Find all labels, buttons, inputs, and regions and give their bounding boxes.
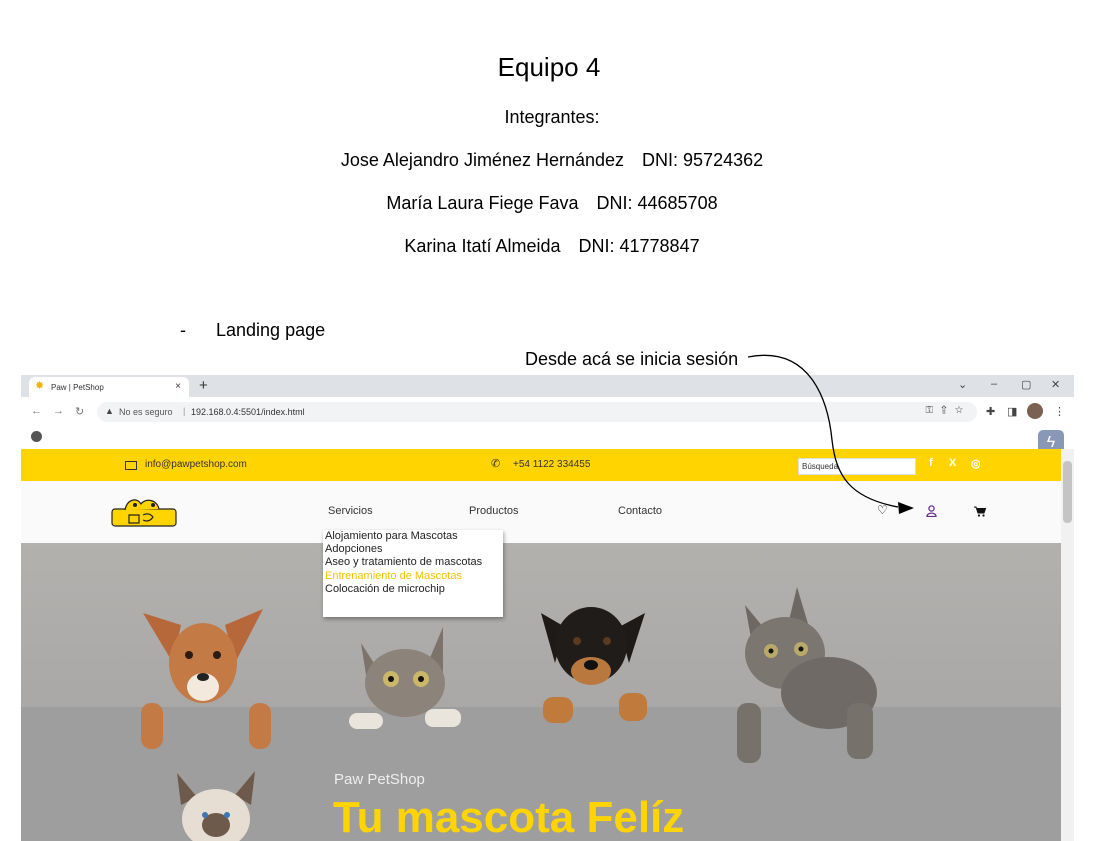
bullet-text: Landing page [216,320,326,340]
dropdown-item[interactable]: Aseo y tratamiento de mascotas [325,556,482,568]
hero-banner: Paw PetShop Tu mascota Felíz [21,543,1061,841]
instagram-icon[interactable]: ◎ [971,457,981,470]
members-heading: Integrantes: [504,107,600,127]
heart-icon[interactable]: ♡ [877,503,888,517]
gray-cat-photo [737,587,877,763]
puppy-photo [541,607,647,723]
warning-icon: ▲ [105,406,114,416]
member-1: Jose Alejandro Jiménez Hernández DNI: 957… [0,150,1098,171]
siamese-cat-photo [177,771,255,841]
menu-kebab-icon[interactable]: ⋮ [1054,405,1065,418]
search-input[interactable] [798,458,916,475]
share-icon[interactable]: ⇪ [941,405,955,416]
services-dropdown: Alojamiento para Mascotas Adopciones Ase… [323,530,503,617]
member-dni: DNI: 41778847 [578,236,700,256]
dropdown-item[interactable]: Colocación de microchip [325,583,445,595]
dropdown-item-active[interactable]: Entrenamiento de Mascotas [325,570,462,582]
member-dni: DNI: 44685708 [596,193,718,213]
login-annotation: Desde acá se inicia sesión [525,349,739,369]
not-secure-label: No es seguro [119,407,173,417]
key-icon[interactable]: ⚿ [926,405,942,416]
bullet-landing-page: - Landing page [180,320,325,341]
restore-icon[interactable]: ▢ [1021,378,1031,391]
reload-icon[interactable]: ↻ [75,405,84,418]
x-twitter-icon[interactable]: X [949,457,956,469]
member-dni: DNI: 95724362 [642,150,764,170]
tab-bar: ✸ Paw | PetShop × + ⌄ – ▢ ✕ [21,375,1074,397]
hero-subtitle: Paw PetShop [334,771,425,788]
scrollbar-thumb[interactable] [1063,461,1072,523]
user-icon[interactable] [926,505,937,517]
back-arrow-icon[interactable]: ← [31,405,42,417]
tabby-cat-photo [349,627,461,729]
globe-icon[interactable] [31,431,42,442]
mail-icon [125,461,137,470]
nav-productos[interactable]: Productos [469,505,519,517]
dropdown-item[interactable]: Adopciones [325,543,383,555]
tab-close-button[interactable]: × [175,381,181,392]
main-navbar: Servicios Productos Contacto ♡ [21,481,1061,544]
address-bar-row: ← → ↻ ▲ No es seguro | 192.168.0.4:5501/… [21,397,1074,427]
nav-contacto[interactable]: Contacto [618,505,662,517]
browser-window: ✸ Paw | PetShop × + ⌄ – ▢ ✕ ← → ↻ ▲ No e… [21,375,1074,841]
new-tab-button[interactable]: + [199,377,208,394]
tab-title: Paw | PetShop [51,383,104,392]
star-icon[interactable]: ☆ [955,405,971,416]
paw-favicon-icon: ✸ [35,380,45,392]
extensions-puzzle-icon[interactable]: ✚ [986,405,995,418]
chevron-down-icon[interactable]: ⌄ [958,378,967,391]
url-field[interactable]: ▲ No es seguro | 192.168.0.4:5501/index.… [97,402,977,422]
contact-top-bar: info@pawpetshop.com ✆ +54 1122 334455 f … [21,449,1061,481]
document-title: Equipo 4 [497,52,601,82]
cart-icon[interactable] [974,506,986,517]
member-name: Jose Alejandro Jiménez Hernández [340,150,625,170]
dog-photo [141,609,271,749]
member-3: Karina Itatí Almeida DNI: 41778847 [0,236,1098,257]
browser-tab[interactable]: ✸ Paw | PetShop × [29,377,189,397]
webpage: info@pawpetshop.com ✆ +54 1122 334455 f … [21,449,1061,841]
member-name: Karina Itatí Almeida [404,236,561,256]
bullet-dash: - [180,320,186,340]
member-2: María Laura Fiege Fava DNI: 44685708 [0,193,1098,214]
paw-logo[interactable] [111,497,177,527]
url-text: 192.168.0.4:5501/index.html [191,407,305,417]
dropdown-item[interactable]: Alojamiento para Mascotas [325,530,458,542]
hero-title: Tu mascota Felíz [333,793,685,841]
contact-phone[interactable]: +54 1122 334455 [513,459,590,470]
address-separator: | [183,406,186,416]
side-panel-icon[interactable]: ◨ [1007,405,1017,418]
page-scrollbar[interactable] [1061,449,1074,841]
profile-avatar[interactable] [1027,403,1043,419]
member-name: María Laura Fiege Fava [386,193,579,213]
phone-icon: ✆ [491,458,501,470]
facebook-icon[interactable]: f [929,457,933,469]
minimize-icon[interactable]: – [991,378,997,390]
contact-email[interactable]: info@pawpetshop.com [145,459,247,470]
close-window-icon[interactable]: ✕ [1051,378,1060,391]
nav-servicios[interactable]: Servicios [328,505,373,517]
address-actions: ⚿⇪☆ [926,405,971,416]
forward-arrow-icon[interactable]: → [53,405,64,417]
bookmarks-bar [21,427,1074,449]
